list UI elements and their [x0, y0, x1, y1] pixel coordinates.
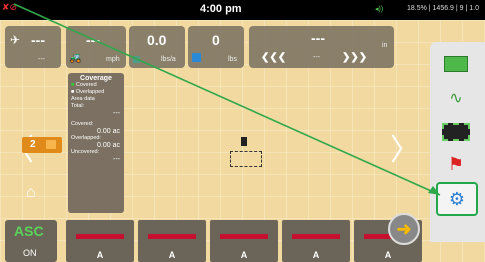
- section-label: A: [240, 250, 248, 260]
- asc-state: ON: [23, 248, 37, 258]
- section-3[interactable]: A: [210, 220, 278, 262]
- asc-button[interactable]: ASC ON: [5, 220, 57, 262]
- section-label: A: [312, 250, 320, 260]
- section-bar: [220, 234, 268, 239]
- section-1[interactable]: A: [66, 220, 134, 262]
- arrow-right-icon: ➜: [396, 218, 412, 239]
- section-label: A: [168, 250, 176, 260]
- section-2[interactable]: A: [138, 220, 206, 262]
- section-bar: [292, 234, 340, 239]
- section-bar: [76, 234, 124, 239]
- asc-label: ASC: [14, 223, 44, 239]
- section-4[interactable]: A: [282, 220, 350, 262]
- section-label: A: [384, 250, 392, 260]
- section-label: A: [96, 250, 104, 260]
- section-bar: [148, 234, 196, 239]
- next-page-button[interactable]: ➜: [388, 213, 420, 245]
